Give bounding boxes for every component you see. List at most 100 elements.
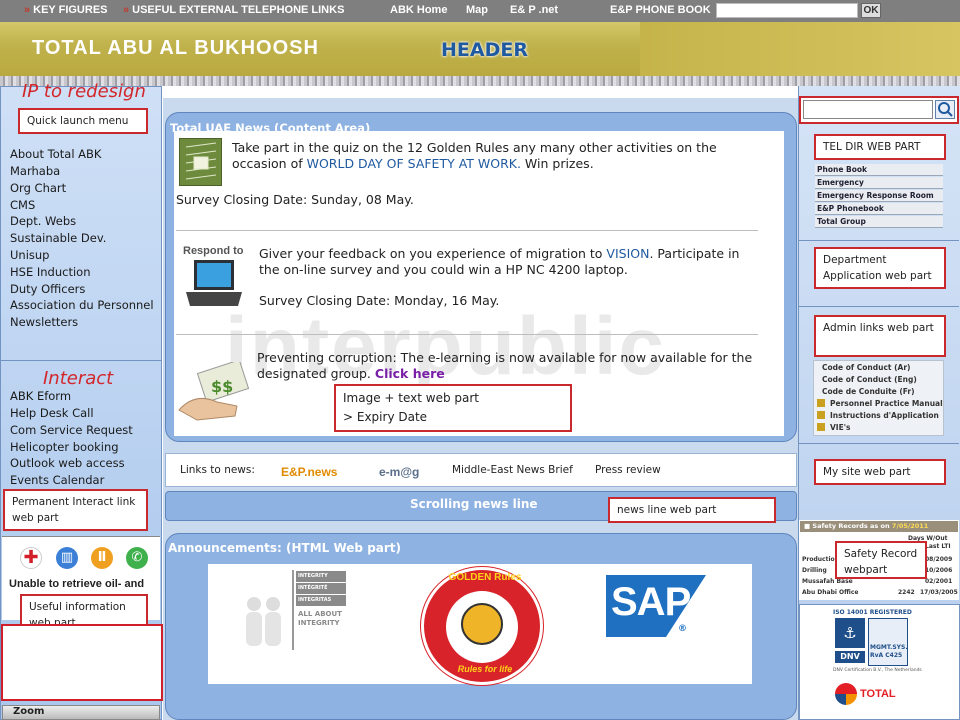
vision-link[interactable]: VISION	[606, 246, 649, 261]
emergency-response-link[interactable]: Emergency Response Room	[815, 190, 943, 202]
nav-abk-home[interactable]: ABK Home	[390, 4, 447, 16]
restaurant-icon[interactable]: Ⅱ	[91, 547, 113, 569]
golden-rules-text: GOLDEN Rules	[448, 572, 522, 583]
ep-phonebook-link[interactable]: E&P Phonebook	[815, 203, 943, 215]
ep-news-link[interactable]: E&P.news	[281, 465, 337, 479]
quick-link-hse-induction[interactable]: HSE Induction	[10, 265, 91, 279]
quick-link-about[interactable]: About Total ABK	[10, 147, 101, 161]
golden-rules-booklet-icon[interactable]	[179, 138, 222, 186]
mgmt-sys-text: MGMT.SYS. RvA C425	[870, 644, 908, 659]
interact-link-events[interactable]: Events Calendar	[10, 473, 104, 487]
oil-price-error-text: Unable to retrieve oil- and	[9, 578, 145, 590]
iso-registered-text: ISO 14001 REGISTERED	[833, 609, 912, 616]
first-aid-icon[interactable]: ✚	[20, 547, 42, 569]
scrolling-news-title: Scrolling news line	[410, 497, 538, 511]
sidebar-divider	[1, 360, 161, 361]
quick-link-association[interactable]: Association du Personnel	[10, 298, 154, 312]
search-input[interactable]	[803, 100, 933, 119]
instructions-application-link[interactable]: Instructions d'Application	[830, 411, 939, 420]
news-item-vision-text: Giver your feedback on you experience of…	[259, 246, 740, 277]
safety-row-label: Production	[802, 556, 839, 563]
dnv-text: DNV	[835, 651, 865, 663]
announcements-title: Announcements: (HTML Web part)	[168, 541, 402, 555]
code-of-conduct-ar-link[interactable]: Code of Conduct (Ar)	[822, 363, 910, 372]
news-line-annotation: news line web part	[608, 497, 776, 523]
search-icon	[938, 102, 953, 117]
lock-icons	[817, 399, 825, 431]
image-text-annotation: Image + text web part > Expiry Date	[334, 384, 572, 432]
emag-link[interactable]: e-m@g	[379, 465, 419, 479]
news-item-vision-closing: Survey Closing Date: Monday, 16 May.	[259, 293, 500, 308]
personnel-manual-link[interactable]: Personnel Practice Manual	[830, 399, 943, 408]
registered-mark-icon: ®	[678, 624, 687, 634]
news-item-quiz-text: Take part in the quiz on the 12 Golden R…	[232, 140, 717, 171]
middle-east-brief-link[interactable]: Middle-East News Brief	[452, 464, 573, 476]
right-divider	[799, 306, 959, 307]
emergency-link[interactable]: Emergency	[815, 177, 943, 189]
dnv-emblem-icon: ⚓	[835, 618, 865, 648]
interact-link-abk-eform[interactable]: ABK Eform	[10, 389, 71, 403]
integrity-signs: INTEGRITY INTÉGRITÉ INTEGRITAS	[296, 571, 346, 606]
nav-map[interactable]: Map	[466, 4, 488, 16]
money-hand-icon[interactable]: $$	[177, 359, 253, 424]
vies-link[interactable]: VIE's	[830, 423, 850, 432]
phonebook-link[interactable]: Phone Book	[815, 164, 943, 176]
permanent-interact-annotation: Permanent Interact link web part	[3, 489, 148, 531]
building-icon[interactable]: ▥	[56, 547, 78, 569]
safety-row-label: Drilling	[802, 567, 827, 574]
quick-link-sustainable-dev[interactable]: Sustainable Dev.	[10, 231, 106, 245]
admin-links-annotation: Admin links web part	[814, 315, 946, 357]
code-de-conduite-fr-link[interactable]: Code de Conduite (Fr)	[822, 387, 915, 396]
my-site-annotation: My site web part	[814, 459, 946, 485]
quick-link-newsletters[interactable]: Newsletters	[10, 315, 78, 329]
nav-ep-net[interactable]: E& P .net	[510, 4, 558, 16]
code-of-conduct-eng-link[interactable]: Code of Conduct (Eng)	[822, 375, 917, 384]
total-group-link[interactable]: Total Group	[815, 216, 943, 228]
laptop-icon[interactable]	[184, 258, 244, 310]
zoom-header: Zoom	[2, 705, 160, 720]
quick-link-duty-officers[interactable]: Duty Officers	[10, 282, 85, 296]
news-item-quiz-closing: Survey Closing Date: Sunday, 08 May.	[176, 192, 414, 207]
interact-link-com-service[interactable]: Com Service Request	[10, 423, 133, 437]
phonebook-ok-button[interactable]: OK	[861, 3, 881, 18]
links-to-news-label: Links to news:	[180, 464, 255, 476]
nav-useful-telephone-links[interactable]: » USEFUL EXTERNAL TELEPHONE LINKS	[123, 4, 344, 16]
safety-row-value: 2242	[898, 589, 915, 596]
interact-link-help-desk[interactable]: Help Desk Call	[10, 406, 94, 420]
safety-row-label: Abu Dhabi Office	[802, 589, 859, 596]
safety-record-annotation: Safety Record webpart	[835, 541, 927, 579]
all-about-integrity-text: ALL ABOUT INTEGRITY	[298, 610, 342, 627]
right-divider	[799, 443, 959, 444]
total-logo-icon	[835, 683, 857, 705]
department-app-annotation: Department Application web part	[814, 247, 946, 289]
nav-key-figures[interactable]: » KEY FIGURES	[24, 4, 108, 16]
quick-link-unisup[interactable]: Unisup	[10, 248, 49, 262]
rules-for-life-text: Rules for life	[457, 664, 513, 674]
safety-row-date: 10/2006	[925, 567, 953, 574]
nav-ep-phone-book-label: E&P PHONE BOOK	[610, 4, 711, 16]
world-safety-day-link[interactable]: WORLD DAY OF SAFETY AT WORK.	[307, 156, 521, 171]
quick-link-cms[interactable]: CMS	[10, 198, 35, 212]
quick-launch-annotation: Quick launch menu	[18, 108, 148, 134]
quick-link-marhaba[interactable]: Marhaba	[10, 164, 60, 178]
safety-row-date: 02/2001	[925, 578, 953, 585]
ip-redesign-annotation: IP to redesign	[22, 81, 146, 102]
quick-link-dept-webs[interactable]: Dept. Webs	[10, 214, 76, 228]
dnv-certification-text: DNV Certification B.V., The Netherlands	[833, 668, 922, 673]
news-separator	[176, 334, 758, 335]
quick-link-org-chart[interactable]: Org Chart	[10, 181, 66, 195]
interact-heading: Interact	[43, 368, 114, 389]
phone-icon[interactable]: ✆	[126, 547, 148, 569]
click-here-link[interactable]: Click here	[375, 366, 445, 381]
empty-placeholder-part	[1, 624, 163, 701]
interact-link-outlook[interactable]: Outlook web access	[10, 456, 125, 470]
sap-text: SAP	[611, 580, 691, 624]
interact-link-helicopter[interactable]: Helicopter booking	[10, 440, 119, 454]
safety-row-date: 17/03/2005	[920, 589, 958, 596]
total-logo-text: TOTAL	[860, 688, 896, 700]
search-button[interactable]	[935, 100, 955, 119]
brand-title: TOTAL ABU AL BUKHOOSH	[32, 37, 319, 59]
press-review-link[interactable]: Press review	[595, 464, 661, 476]
phonebook-search-input[interactable]	[716, 3, 858, 18]
respond-to-label: Respond to	[183, 245, 244, 257]
